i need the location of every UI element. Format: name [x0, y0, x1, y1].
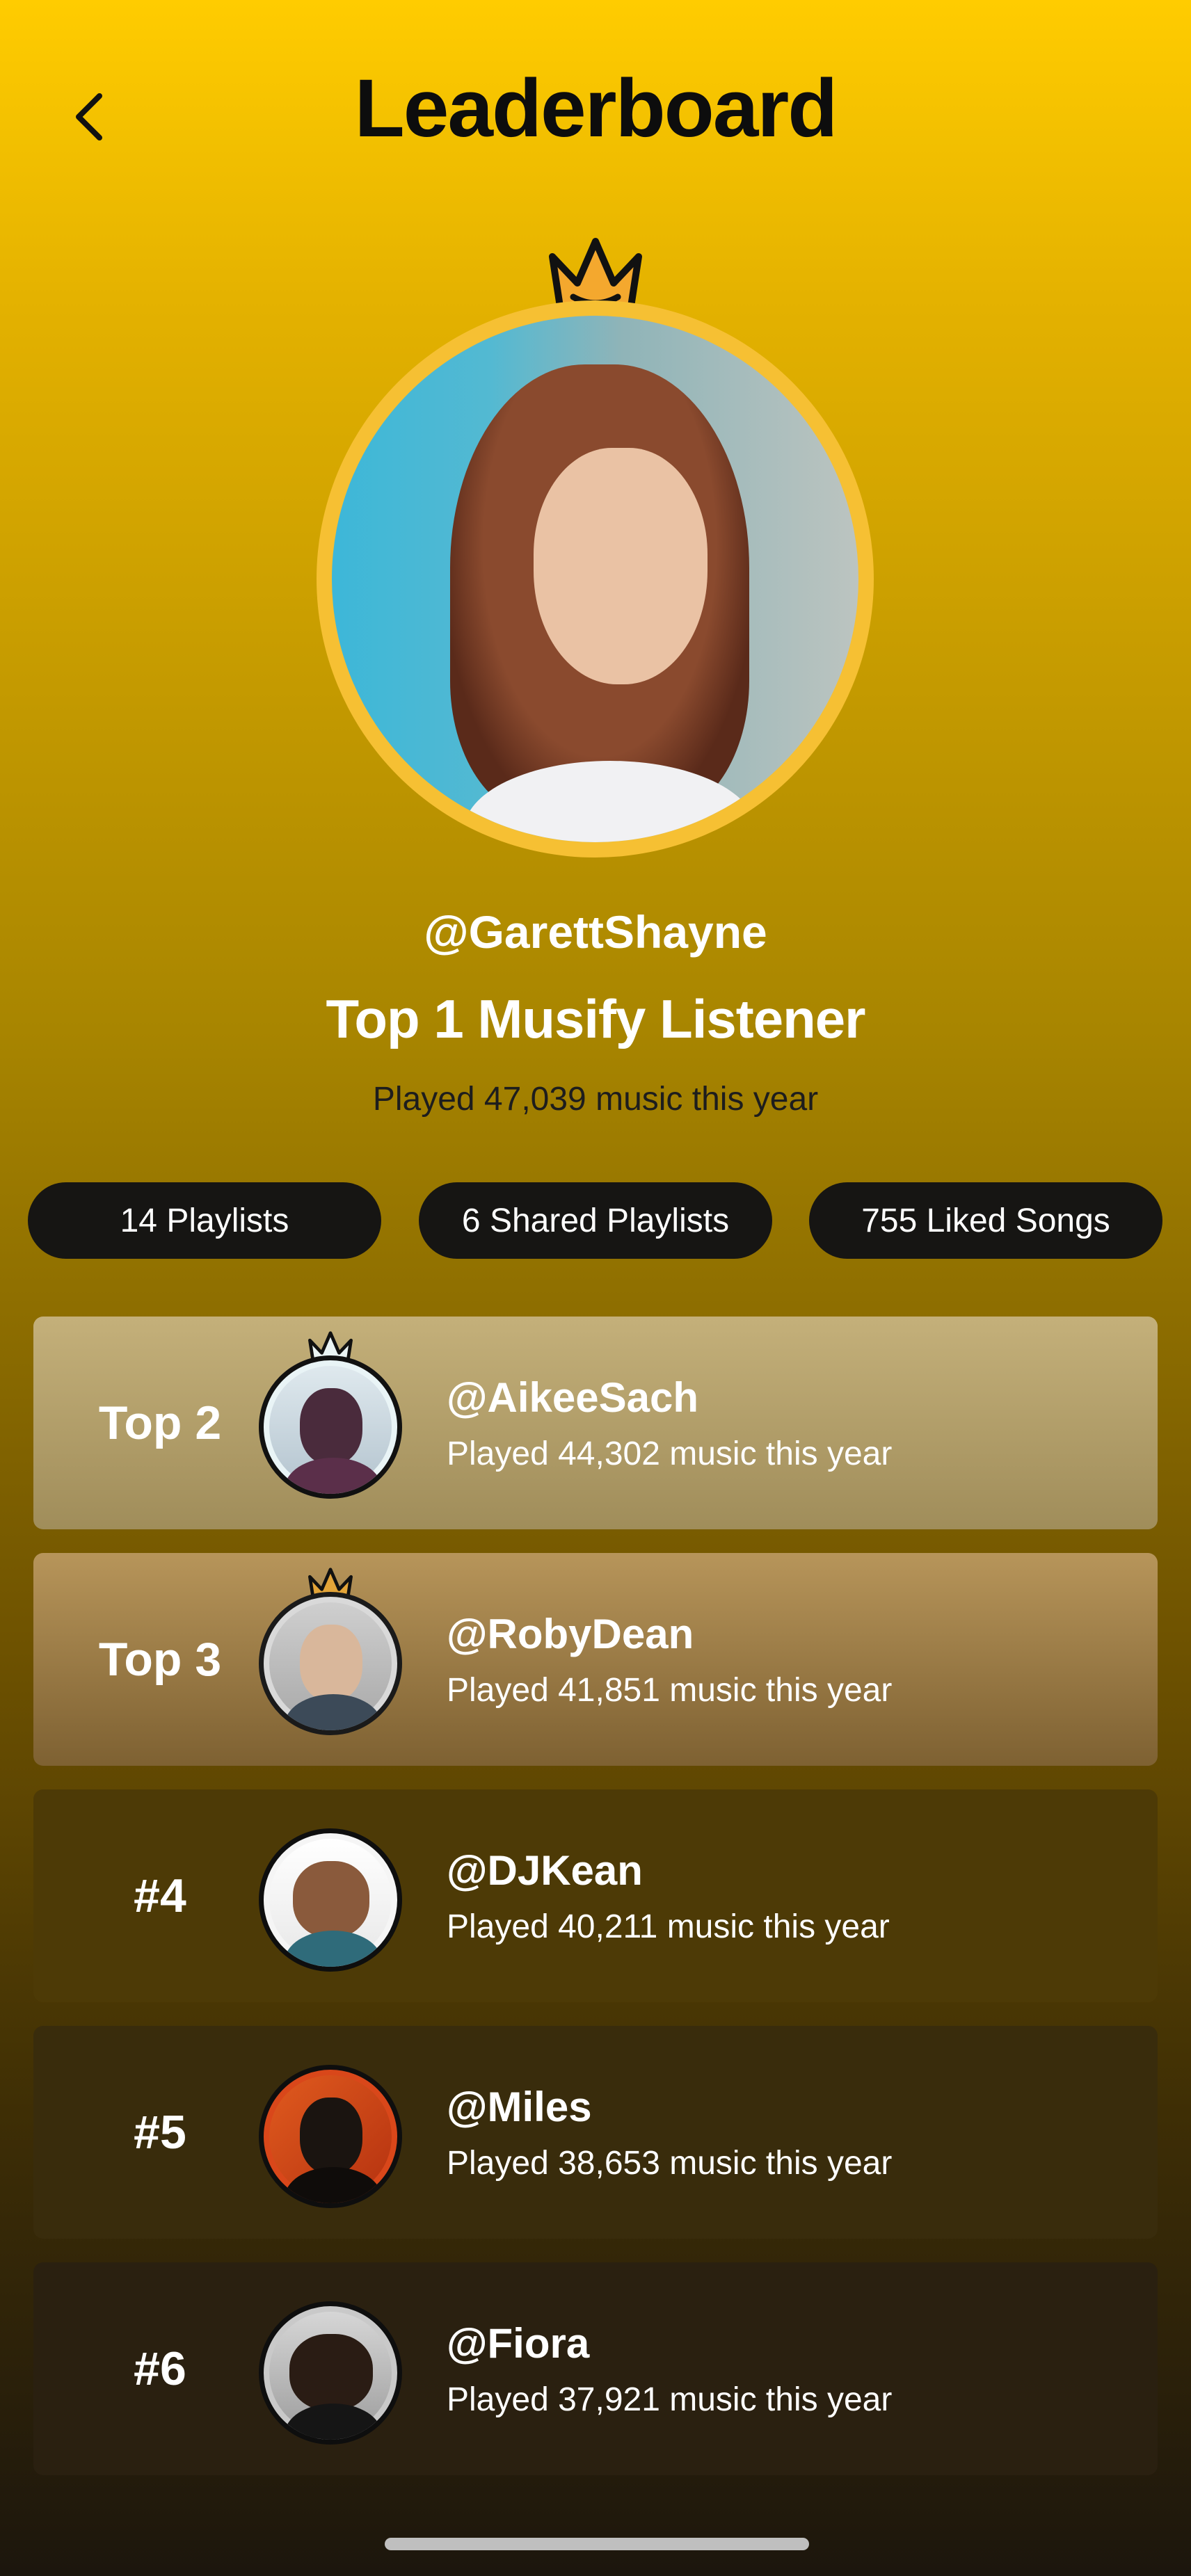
- user-name: @DJKean: [447, 1847, 643, 1894]
- leaderboard-row[interactable]: #5 @Miles Played 38,653 music this year: [33, 2026, 1158, 2239]
- liked-songs-pill[interactable]: 755 Liked Songs: [809, 1182, 1162, 1259]
- avatar: [259, 2301, 402, 2445]
- rank-label: #6: [134, 2342, 186, 2395]
- liked-songs-pill-label: 755 Liked Songs: [861, 1202, 1110, 1239]
- rank-label: Top 3: [98, 1633, 222, 1686]
- rank-label: Top 2: [98, 1396, 222, 1449]
- rank-label: #4: [134, 1869, 186, 1922]
- avatar: [259, 1828, 402, 1972]
- user-played: Played 41,851 music this year: [447, 1672, 893, 1709]
- user-played: Played 38,653 music this year: [447, 2145, 893, 2182]
- user-played: Played 37,921 music this year: [447, 2381, 893, 2418]
- shared-playlists-pill-label: 6 Shared Playlists: [461, 1202, 730, 1239]
- user-name: @AikeeSach: [447, 1374, 699, 1421]
- playlists-pill[interactable]: 14 Playlists: [28, 1182, 381, 1259]
- leaderboard-row[interactable]: Top 3 @RobyDean Played 41,851 music this…: [33, 1553, 1158, 1766]
- top-user-title: Top 1 Musify Listener: [326, 988, 866, 1049]
- shared-playlists-pill[interactable]: 6 Shared Playlists: [419, 1182, 772, 1259]
- avatar: [259, 1592, 402, 1735]
- rank-label: #5: [134, 2106, 186, 2159]
- user-played: Played 40,211 music this year: [447, 1908, 890, 1945]
- top-user-avatar[interactable]: [317, 300, 874, 858]
- avatar: [259, 1355, 402, 1499]
- home-indicator[interactable]: [385, 2538, 809, 2550]
- leaderboard-row[interactable]: #4 @DJKean Played 40,211 music this year: [33, 1789, 1158, 2002]
- avatar: [259, 2065, 402, 2208]
- playlists-pill-label: 14 Playlists: [120, 1202, 289, 1239]
- user-name: @RobyDean: [447, 1611, 694, 1657]
- leaderboard-row[interactable]: Top 2 @AikeeSach Played 44,302 music thi…: [33, 1317, 1158, 1529]
- leaderboard-row[interactable]: #6 @Fiora Played 37,921 music this year: [33, 2262, 1158, 2475]
- user-name: @Miles: [447, 2084, 592, 2130]
- page-title: Leaderboard: [354, 63, 838, 154]
- user-name: @Fiora: [447, 2320, 590, 2367]
- top-user-username: @GarettShayne: [424, 906, 767, 958]
- user-played: Played 44,302 music this year: [447, 1435, 893, 1472]
- top-user-played: Played 47,039 music this year: [372, 1081, 819, 1118]
